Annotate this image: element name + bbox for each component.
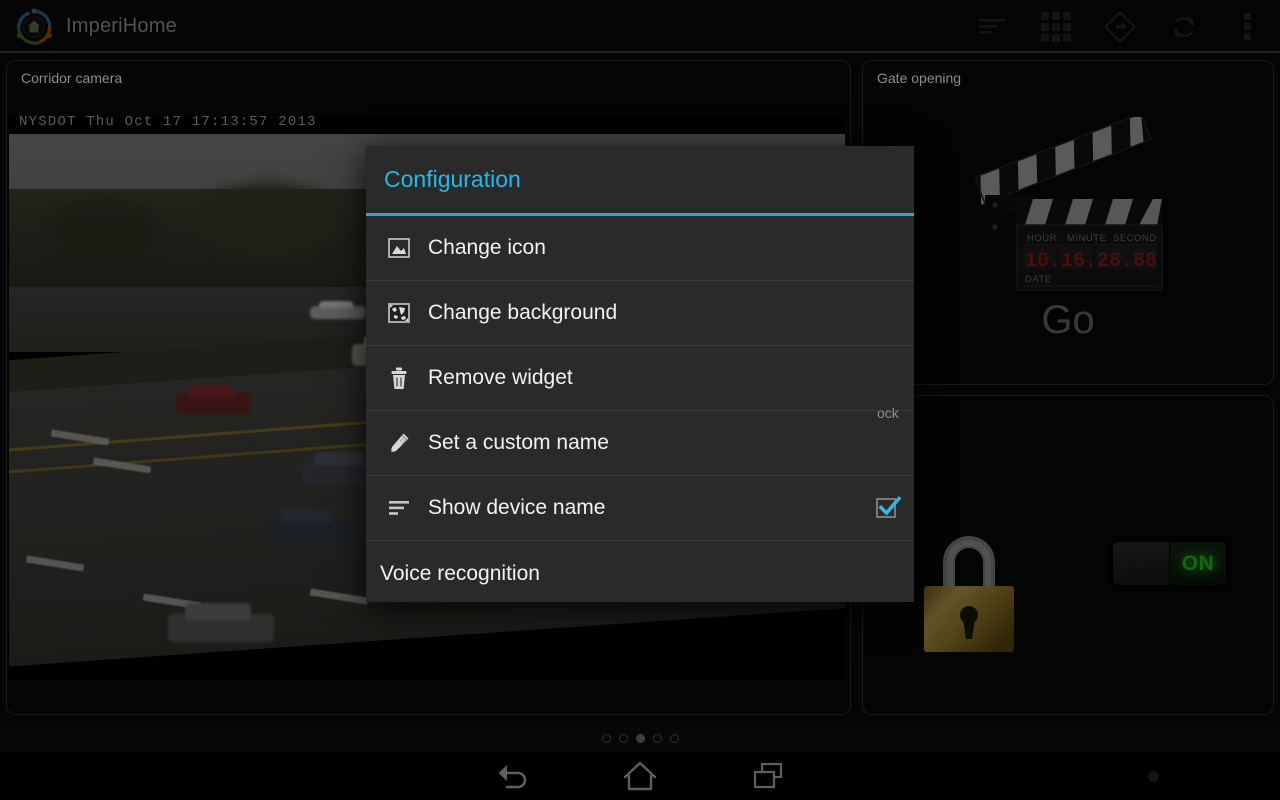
- toggle-off-label[interactable]: OFF: [1113, 542, 1169, 585]
- svg-text:DATE: DATE: [1025, 274, 1052, 285]
- action-bar: ImperiHome: [0, 0, 1280, 53]
- dialog-title: Configuration: [366, 146, 914, 216]
- notification-dot-icon: [1148, 771, 1159, 782]
- menu-item-label: Remove widget: [428, 366, 914, 390]
- navigation-diamond-icon[interactable]: [1088, 0, 1152, 53]
- app-title: ImperiHome: [66, 15, 177, 38]
- page-dot[interactable]: [619, 734, 628, 743]
- pencil-icon: [380, 428, 418, 458]
- scene-car: [176, 393, 250, 414]
- svg-text:HOUR: HOUR: [1027, 233, 1057, 244]
- gate-widget-title: Gate opening: [877, 70, 961, 86]
- scene-tree: [193, 183, 343, 255]
- menu-item-label: Voice recognition: [380, 562, 914, 586]
- clapperboard-icon: HOUR MINUTE SECOND 10. 16. 28.88 DATE: [971, 117, 1166, 292]
- scene-tree: [42, 200, 162, 260]
- lock-widget-title: ock: [877, 405, 899, 421]
- svg-text:10.: 10.: [1025, 250, 1061, 273]
- scene-car: [268, 519, 350, 542]
- system-navigation-bar: [0, 752, 1280, 800]
- scene-car: [310, 306, 366, 319]
- wallpaper-map-icon: [380, 298, 418, 328]
- menu-item-label: Set a custom name: [428, 431, 914, 455]
- device-screen: ImperiHome: [0, 0, 1280, 800]
- home-icon[interactable]: [595, 752, 685, 800]
- gate-action-label[interactable]: Go: [1041, 298, 1094, 343]
- page-dot[interactable]: [670, 734, 679, 743]
- svg-text:SECOND: SECOND: [1113, 233, 1157, 244]
- camera-widget-title: Corridor camera: [21, 70, 122, 86]
- align-left-icon: [380, 493, 418, 523]
- picture-icon: [380, 233, 418, 263]
- menu-item-remove-widget[interactable]: Remove widget: [366, 346, 914, 411]
- refresh-sync-icon[interactable]: [1152, 0, 1216, 53]
- camera-overlay-text: NYSDOT Thu Oct 17 17:13:57 2013: [19, 114, 317, 130]
- page-dot[interactable]: [602, 734, 611, 743]
- padlock-icon: [919, 520, 1019, 655]
- svg-text:MINUTE: MINUTE: [1067, 233, 1106, 244]
- widget-gate-opening[interactable]: Gate opening: [862, 60, 1274, 385]
- sort-lines-icon[interactable]: [960, 0, 1024, 53]
- menu-item-voice-recognition[interactable]: Voice recognition: [366, 541, 914, 606]
- page-dot[interactable]: [653, 734, 662, 743]
- overflow-menu-icon[interactable]: [1216, 0, 1280, 53]
- toggle-on-label[interactable]: ON: [1169, 542, 1226, 585]
- camera-overlay-bar: NYSDOT Thu Oct 17 17:13:57 2013: [9, 118, 845, 134]
- show-device-name-checkbox[interactable]: [876, 498, 896, 518]
- menu-item-change-icon[interactable]: Change icon: [366, 216, 914, 281]
- widget-lock[interactable]: ock: [862, 395, 1274, 715]
- scene-car: [168, 614, 274, 642]
- trash-icon: [380, 363, 418, 393]
- configuration-dialog: Configuration Change icon Change backgro…: [366, 146, 914, 602]
- imperihome-logo-icon: [14, 7, 54, 47]
- recents-icon[interactable]: [723, 752, 813, 800]
- svg-text:28.88: 28.88: [1097, 250, 1157, 273]
- menu-item-label: Change icon: [428, 236, 914, 260]
- camera-widget-footer: [9, 680, 845, 714]
- page-indicator[interactable]: [0, 725, 1280, 752]
- svg-text:16.: 16.: [1061, 250, 1097, 273]
- menu-item-label: Change background: [428, 301, 914, 325]
- page-dot-active[interactable]: [636, 734, 645, 743]
- menu-item-set-custom-name[interactable]: Set a custom name: [366, 411, 914, 476]
- back-icon[interactable]: [467, 752, 557, 800]
- lock-onoff-toggle[interactable]: OFF ON: [1111, 540, 1228, 587]
- menu-item-change-background[interactable]: Change background: [366, 281, 914, 346]
- grid-view-icon[interactable]: [1024, 0, 1088, 53]
- menu-item-show-device-name[interactable]: Show device name: [366, 476, 914, 541]
- menu-item-label: Show device name: [428, 496, 876, 520]
